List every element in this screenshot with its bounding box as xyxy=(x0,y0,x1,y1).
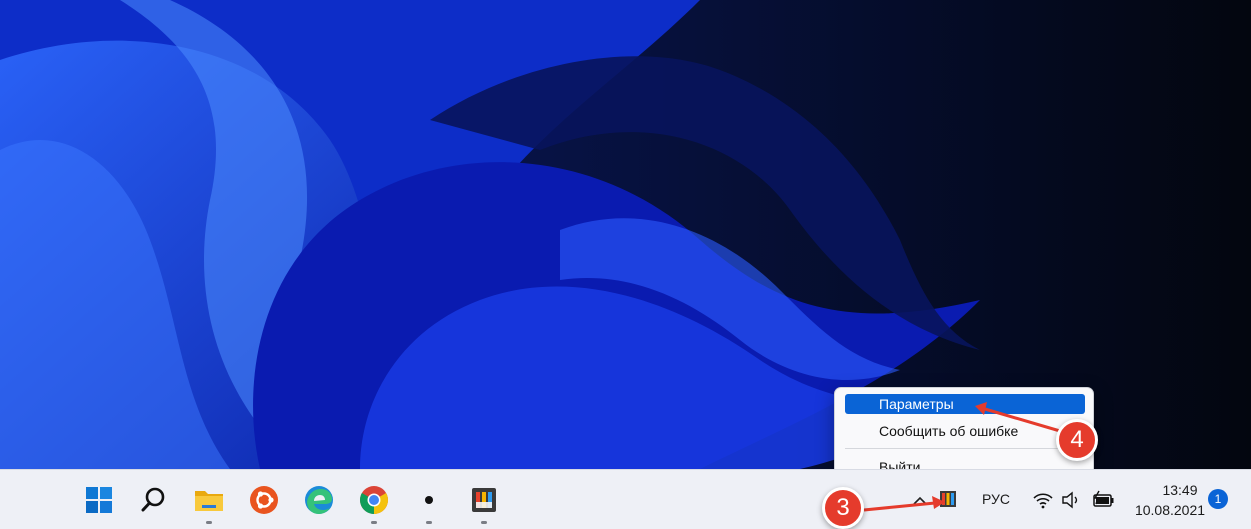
powertoys-icon xyxy=(472,488,496,512)
chevron-up-icon xyxy=(913,496,927,505)
wifi-status[interactable] xyxy=(1032,489,1054,511)
wifi-icon xyxy=(1033,493,1053,509)
edge-button[interactable] xyxy=(299,480,339,520)
notification-badge[interactable]: 1 xyxy=(1208,489,1228,509)
powertoys-tray-icon xyxy=(940,491,956,507)
ubuntu-button[interactable] xyxy=(244,480,284,520)
running-indicator xyxy=(426,521,432,524)
battery-charging-icon xyxy=(1093,490,1114,507)
file-explorer-button[interactable] xyxy=(189,480,229,524)
taskbar: РУС 13:49 10.08.2021 1 xyxy=(0,469,1251,529)
callout-step-4: 4 xyxy=(1056,419,1098,461)
start-button[interactable] xyxy=(79,480,119,520)
language-indicator[interactable]: РУС xyxy=(982,491,1010,507)
folder-icon xyxy=(195,491,223,511)
running-indicator xyxy=(206,521,212,524)
chrome-icon xyxy=(360,486,388,514)
search-icon xyxy=(141,487,165,512)
menu-item-report-bug[interactable]: Сообщить об ошибке xyxy=(845,421,1085,441)
edge-icon xyxy=(305,486,333,514)
speaker-icon xyxy=(1062,491,1078,509)
search-button[interactable] xyxy=(134,480,174,520)
running-indicator xyxy=(371,521,377,524)
ubuntu-icon xyxy=(250,486,278,514)
powertoys-button[interactable] xyxy=(464,480,504,524)
callout-step-3: 3 xyxy=(822,487,864,529)
dot-app-button[interactable] xyxy=(409,480,449,524)
show-hidden-icons-button[interactable] xyxy=(911,492,929,510)
tray-context-menu: Параметры Сообщить об ошибке Выйти xyxy=(834,387,1094,481)
menu-item-settings[interactable]: Параметры xyxy=(845,394,1085,414)
dot-icon xyxy=(425,496,433,504)
powertoys-tray-button[interactable] xyxy=(937,488,959,510)
windows-start-icon xyxy=(86,487,112,513)
clock-date[interactable]: 10.08.2021 xyxy=(1130,502,1210,518)
volume-status[interactable] xyxy=(1060,489,1082,511)
menu-separator xyxy=(845,448,1085,449)
chrome-button[interactable] xyxy=(354,480,394,524)
running-indicator xyxy=(481,521,487,524)
clock-time[interactable]: 13:49 xyxy=(1150,482,1210,498)
battery-status[interactable] xyxy=(1090,489,1116,511)
